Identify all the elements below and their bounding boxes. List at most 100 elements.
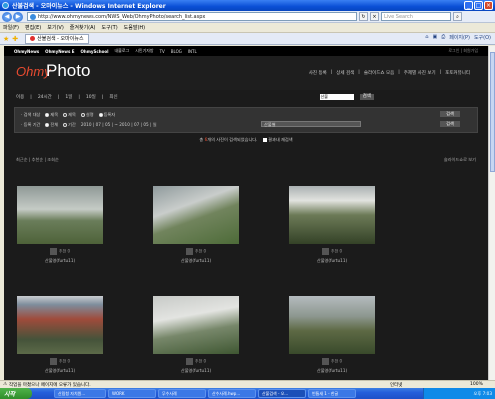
home-icon[interactable]: ⌂	[425, 34, 428, 41]
menu-help[interactable]: 도움말(H)	[124, 24, 145, 31]
photo-author[interactable]: 산불영(furtu11)	[153, 258, 239, 264]
clock[interactable]: 오후 7:03	[474, 391, 492, 397]
menu-view[interactable]: 보기(V)	[47, 24, 64, 31]
search-icon[interactable]: ⌕	[453, 12, 462, 21]
photo-thumbnail[interactable]	[289, 296, 375, 354]
photo-card[interactable]: 추천 0 산불영(furtu11)	[153, 296, 239, 374]
gnb-item[interactable]: 시민기자방	[135, 48, 153, 54]
taskbar-item[interactable]: 무수사례	[158, 389, 206, 398]
taskbar-item[interactable]: 산수사례.hwp...	[208, 389, 256, 398]
print-icon[interactable]: ⎙	[441, 34, 445, 41]
recommend-icon[interactable]	[185, 248, 193, 255]
feeds-icon[interactable]: ▣	[432, 34, 437, 41]
filter-1d[interactable]: 1일	[65, 94, 72, 100]
recommend-icon[interactable]	[321, 358, 329, 365]
taskbar-item[interactable]: WORK	[108, 389, 156, 398]
scrollbar-thumb[interactable]	[490, 52, 495, 172]
target-option[interactable]: 등록자	[98, 112, 115, 118]
warning-icon[interactable]: ⚠	[3, 382, 7, 387]
sort-options[interactable]: 최근순 | 추천순 | 조회순	[16, 157, 59, 165]
nav-slideshow[interactable]: 슬라이드쇼 모음	[364, 70, 394, 76]
recommend-icon[interactable]	[185, 358, 193, 365]
back-button[interactable]: ◀	[2, 11, 12, 22]
menu-favorites[interactable]: 즐겨찾기(A)	[70, 24, 96, 31]
photo-author[interactable]: 산불영(furtu11)	[153, 368, 239, 374]
adv-search-button-2[interactable]: 검색	[440, 121, 460, 127]
target-option[interactable]: 제목	[63, 112, 76, 118]
forward-button[interactable]: ▶	[13, 11, 23, 22]
nav-community[interactable]: 포토커뮤니티	[445, 70, 470, 76]
recommend-icon[interactable]	[321, 248, 329, 255]
taskbar-item[interactable]: 산불검색 - 오...	[258, 389, 306, 398]
tab-active[interactable]: 산불검색 - 오마이뉴스	[25, 33, 89, 44]
taskbar-item[interactable]: 산림청 자치원...	[54, 389, 106, 398]
maximize-button[interactable]: □	[474, 1, 483, 10]
photo-card[interactable]: 추천 0 산불영(furtu11)	[153, 186, 239, 264]
zoom-level[interactable]: 100%	[470, 382, 483, 387]
photo-author[interactable]: 산불영(furtu11)	[17, 368, 103, 374]
option-label: 전체	[50, 122, 59, 127]
photo-thumbnail[interactable]	[17, 296, 103, 354]
favorites-star-icon[interactable]: ★	[3, 35, 9, 43]
target-option[interactable]: 설명	[80, 112, 94, 118]
filter-latest[interactable]: 최신	[109, 94, 117, 100]
photo-thumbnail[interactable]	[153, 296, 239, 354]
photo-author[interactable]: 산불영(furtu11)	[17, 258, 103, 264]
menu-edit[interactable]: 편집(E)	[25, 24, 41, 31]
radio-icon	[45, 123, 50, 127]
page-menu[interactable]: 페이지(P)	[449, 34, 470, 41]
refine-checkbox[interactable]	[262, 138, 267, 142]
tools-menu[interactable]: 도구(O)	[474, 34, 491, 41]
nav-upload[interactable]: 사진 등록	[309, 70, 327, 76]
photo-author[interactable]: 산불영(furtu11)	[289, 368, 375, 374]
gnb-item[interactable]: OhmySchool	[80, 49, 108, 54]
taskbar-item[interactable]: 빈틈새 1 - 한글	[308, 389, 356, 398]
period-option[interactable]: 전체	[45, 122, 58, 128]
photo-card[interactable]: 추천 0 산불영(furtu11)	[289, 296, 375, 374]
target-option[interactable]: 제목	[45, 112, 58, 118]
search-button[interactable]: 검색	[359, 94, 374, 100]
gnb-item[interactable]: TV	[160, 49, 165, 54]
gnb-item[interactable]: BLOG	[171, 49, 182, 54]
nav-detail-search[interactable]: 상세 검색	[336, 70, 354, 76]
photo-card[interactable]: 추천 0 산불영(furtu11)	[17, 296, 103, 374]
menu-tools[interactable]: 도구(T)	[102, 24, 118, 31]
gnb-item[interactable]: OhmyNews	[14, 49, 39, 54]
slideshow-link[interactable]: 슬라이드쇼로 보기	[444, 157, 476, 165]
recommend-icon[interactable]	[49, 248, 57, 255]
security-zone[interactable]: 인터넷	[390, 382, 402, 388]
close-button[interactable]: ×	[484, 1, 493, 10]
minimize-button[interactable]: _	[464, 1, 473, 10]
date-range[interactable]: 2010 | 07 | 05 | ~ 2010 | 07 | 05 | 일	[81, 122, 157, 128]
target-label: · 검색 대상	[21, 112, 41, 117]
stop-button[interactable]: ×	[370, 12, 379, 21]
photo-author[interactable]: 산불영(furtu11)	[289, 258, 375, 264]
address-bar[interactable]: http://www.ohmynews.com/NWS_Web/OhmyPhot…	[27, 12, 357, 21]
period-option[interactable]: 기간	[63, 122, 76, 128]
search-query-input[interactable]: 산불	[319, 94, 354, 100]
keyword-input[interactable]: 산불별	[261, 121, 361, 127]
nav-topic[interactable]: 주제별 사진 보기	[404, 70, 436, 76]
photo-meta: 추천 0	[153, 248, 239, 255]
filter-24h[interactable]: 24시간	[38, 94, 52, 100]
menu-file[interactable]: 파일(F)	[3, 24, 19, 31]
photo-card[interactable]: 추천 0 산불영(furtu11)	[289, 186, 375, 264]
system-tray: 오후 7:03	[423, 388, 495, 399]
vertical-scrollbar[interactable]	[488, 46, 495, 380]
photo-thumbnail[interactable]	[289, 186, 375, 244]
gnb-item[interactable]: OhmyNews E	[45, 49, 74, 54]
refresh-button[interactable]: ↻	[359, 12, 368, 21]
adv-search-button[interactable]: 검색	[440, 111, 460, 117]
recommend-icon[interactable]	[49, 358, 57, 365]
filter-10d[interactable]: 10일	[86, 94, 96, 100]
photo-card[interactable]: 추천 0 산불영(furtu11)	[17, 186, 103, 264]
gnb-item[interactable]: INTL	[188, 49, 197, 54]
start-button[interactable]: 시작	[0, 388, 32, 399]
login-links[interactable]: 로그인 | 회원가입	[448, 48, 478, 54]
gnb-item[interactable]: 내블로그	[114, 48, 129, 54]
logo-photo[interactable]: Photo	[46, 61, 90, 81]
photo-thumbnail[interactable]	[153, 186, 239, 244]
live-search-input[interactable]: Live Search	[381, 12, 451, 21]
add-favorites-icon[interactable]: ✚	[12, 35, 18, 43]
photo-thumbnail[interactable]	[17, 186, 103, 244]
